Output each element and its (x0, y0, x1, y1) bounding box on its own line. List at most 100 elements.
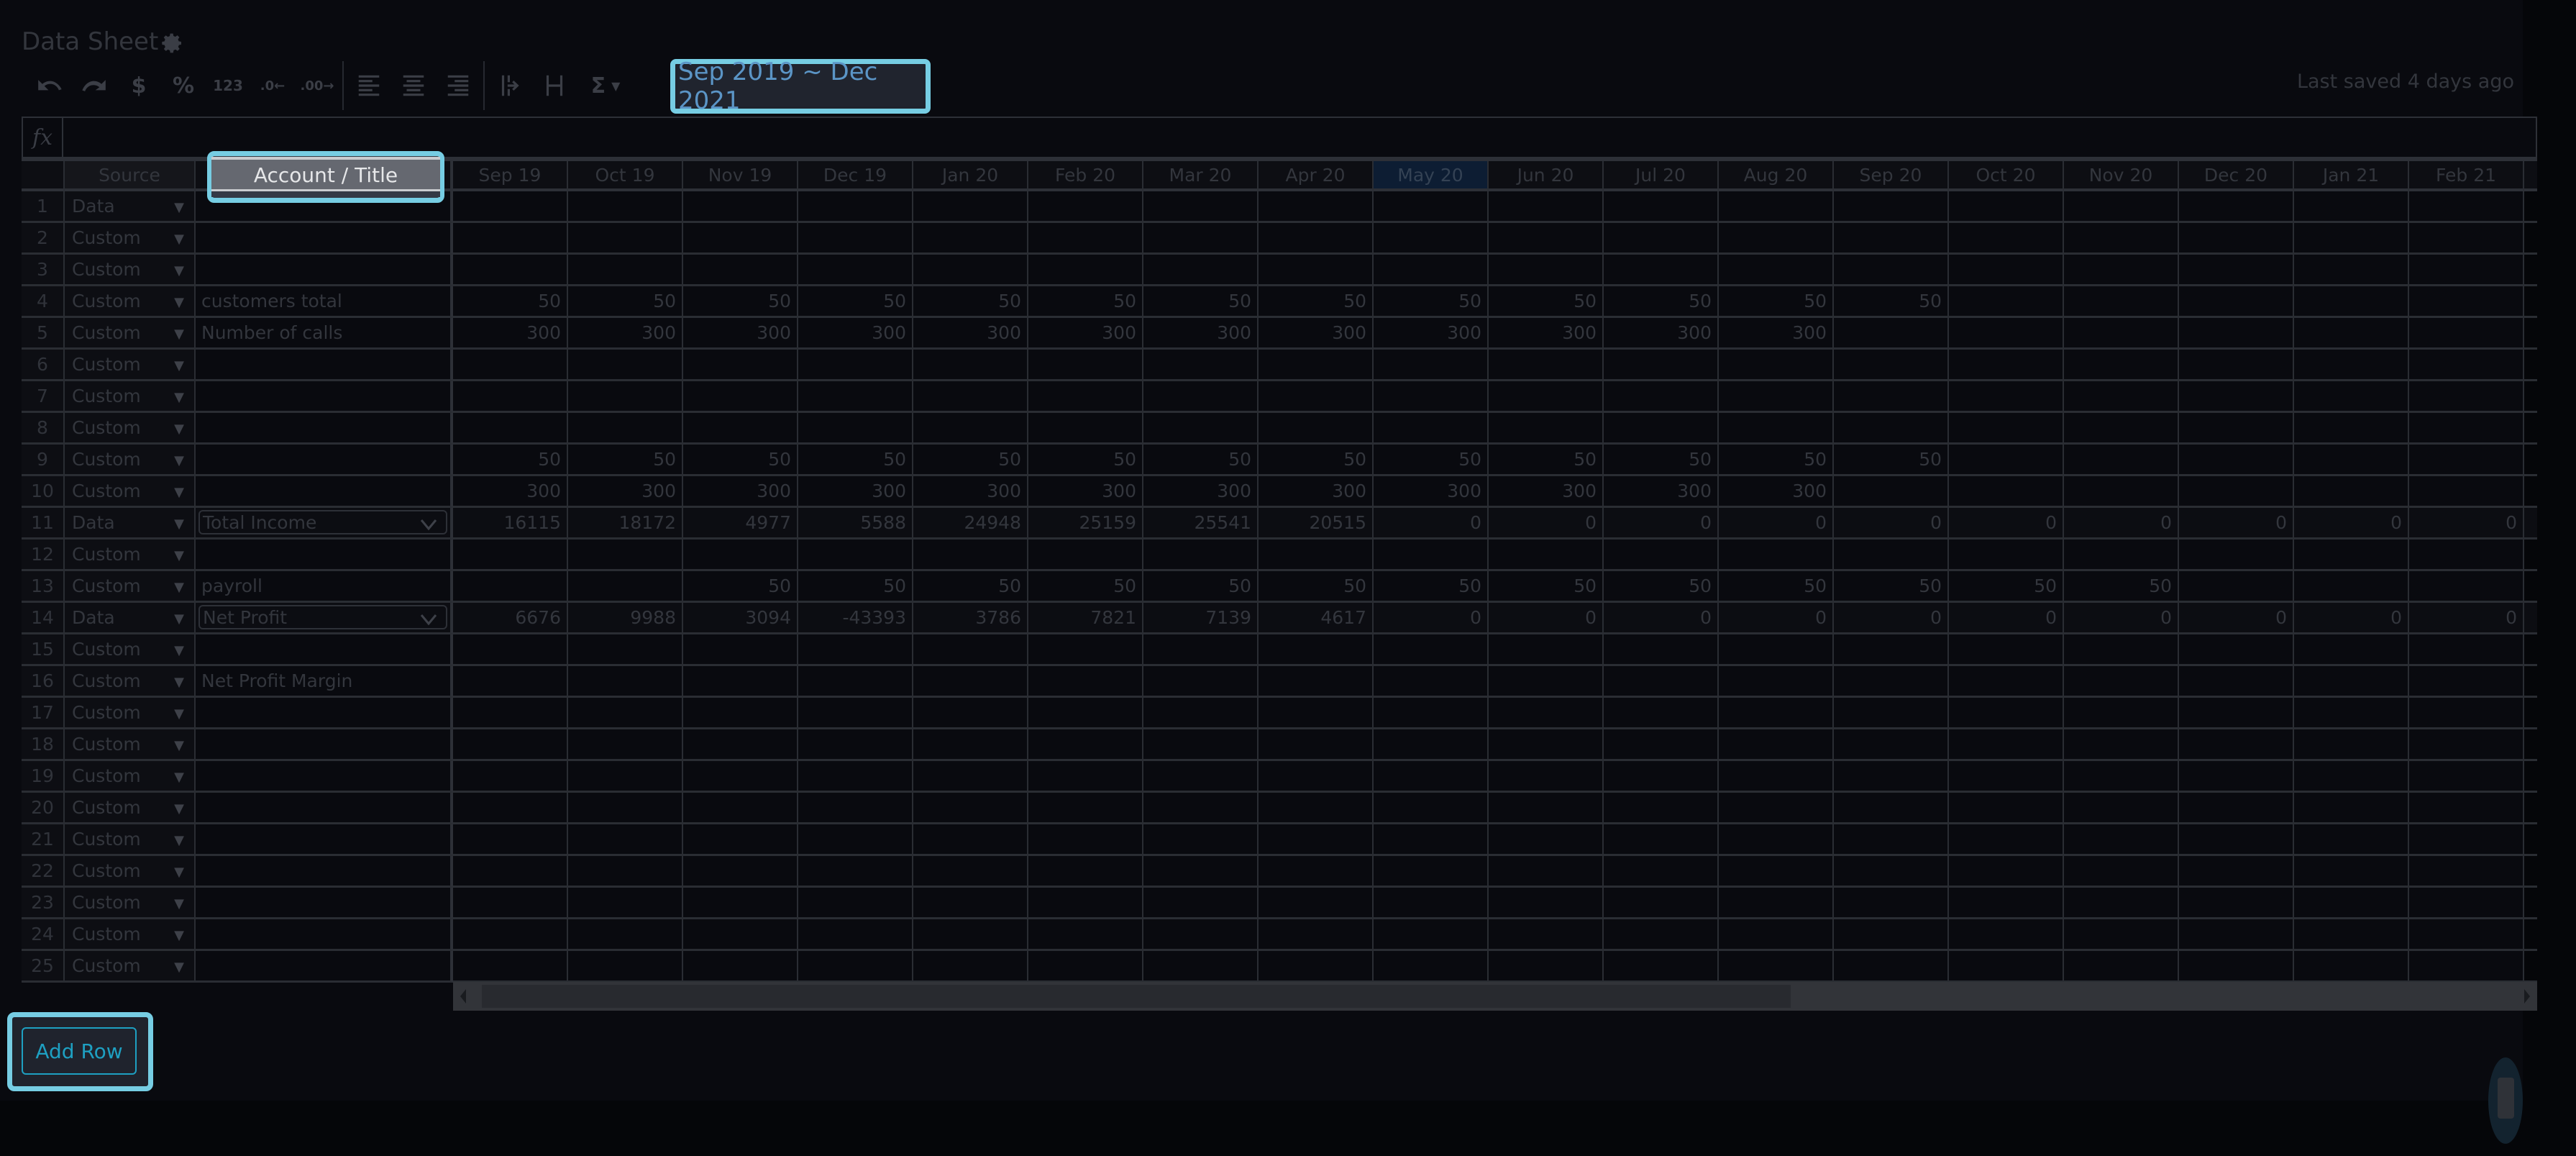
value-cell[interactable] (1143, 729, 1259, 761)
increase-decimal-button[interactable]: .00→ (295, 68, 339, 104)
caret-down-icon[interactable]: ▼ (174, 675, 184, 690)
account-title-cell[interactable] (196, 888, 453, 919)
align-center-button[interactable] (391, 68, 436, 104)
value-cell[interactable] (1489, 729, 1604, 761)
value-cell[interactable] (1143, 350, 1259, 381)
value-cell[interactable] (453, 761, 568, 793)
account-title-cell[interactable] (196, 919, 453, 951)
value-cell[interactable]: 300 (683, 476, 798, 508)
value-cell[interactable] (2179, 729, 2294, 761)
value-cell[interactable] (798, 255, 913, 286)
value-cell[interactable]: 300 (1489, 476, 1604, 508)
value-cell[interactable] (1259, 540, 1374, 571)
value-cell[interactable] (453, 951, 568, 983)
value-cell[interactable]: 20515 (1259, 508, 1374, 540)
value-cell[interactable] (453, 413, 568, 445)
value-cell[interactable] (2294, 445, 2409, 476)
value-cell[interactable] (1949, 919, 2064, 951)
value-cell[interactable] (2294, 286, 2409, 318)
account-title-cell[interactable] (196, 445, 453, 476)
value-cell[interactable]: 0 (1834, 508, 1949, 540)
value-cell[interactable]: 300 (1719, 318, 1834, 350)
value-cell[interactable] (798, 191, 913, 223)
value-cell[interactable] (1028, 729, 1143, 761)
value-cell[interactable] (1028, 191, 1143, 223)
row-number[interactable]: 18 (22, 729, 65, 761)
account-title-cell[interactable] (196, 856, 453, 888)
value-cell[interactable] (913, 350, 1028, 381)
value-cell[interactable] (2294, 318, 2409, 350)
value-cell[interactable]: 50 (1143, 571, 1259, 603)
value-cell[interactable]: 50 (1259, 445, 1374, 476)
value-cell[interactable] (1834, 729, 1949, 761)
number-format-button[interactable]: 123 (206, 68, 250, 104)
row-number[interactable]: 4 (22, 286, 65, 318)
account-title-cell[interactable]: Net Profit Margin (196, 666, 453, 698)
value-cell[interactable] (2064, 350, 2179, 381)
chevron-down-icon[interactable] (420, 517, 437, 532)
account-title-cell[interactable] (196, 350, 453, 381)
value-cell[interactable]: 0 (1719, 603, 1834, 634)
value-cell[interactable] (2524, 508, 2537, 540)
value-cell[interactable] (1374, 856, 1489, 888)
account-title-cell[interactable] (196, 634, 453, 666)
value-cell[interactable] (798, 824, 913, 856)
value-cell[interactable] (1489, 698, 1604, 729)
value-cell[interactable] (1489, 350, 1604, 381)
row-number[interactable]: 22 (22, 856, 65, 888)
value-cell[interactable]: 50 (913, 445, 1028, 476)
value-cell[interactable] (453, 255, 568, 286)
value-cell[interactable] (2064, 666, 2179, 698)
value-cell[interactable]: 300 (1143, 476, 1259, 508)
value-cell[interactable]: 300 (1028, 318, 1143, 350)
value-cell[interactable] (1719, 634, 1834, 666)
value-cell[interactable]: 50 (1143, 286, 1259, 318)
value-cell[interactable] (2294, 888, 2409, 919)
value-cell[interactable] (913, 698, 1028, 729)
value-cell[interactable] (2064, 445, 2179, 476)
value-cell[interactable]: 300 (913, 318, 1028, 350)
value-cell[interactable] (683, 381, 798, 413)
value-cell[interactable]: 50 (1143, 445, 1259, 476)
value-cell[interactable] (1604, 793, 1719, 824)
value-cell[interactable] (1604, 666, 1719, 698)
scrollbar-thumb[interactable] (482, 985, 1791, 1008)
value-cell[interactable] (2409, 856, 2524, 888)
value-cell[interactable] (1949, 445, 2064, 476)
value-cell[interactable] (2179, 571, 2294, 603)
value-cell[interactable]: 50 (1489, 286, 1604, 318)
value-cell[interactable]: 50 (913, 571, 1028, 603)
value-cell[interactable] (798, 666, 913, 698)
value-cell[interactable]: 4977 (683, 508, 798, 540)
caret-down-icon[interactable]: ▼ (174, 611, 184, 627)
value-cell[interactable] (453, 666, 568, 698)
caret-down-icon[interactable]: ▼ (174, 738, 184, 753)
source-select[interactable]: Custom ▼ (65, 793, 196, 824)
value-cell[interactable]: 50 (568, 445, 683, 476)
align-right-button[interactable] (436, 68, 480, 104)
source-select[interactable]: Custom ▼ (65, 540, 196, 571)
value-cell[interactable] (1374, 698, 1489, 729)
value-cell[interactable] (2409, 350, 2524, 381)
month-column-header[interactable] (2524, 161, 2537, 191)
value-cell[interactable] (1028, 761, 1143, 793)
value-cell[interactable] (2064, 223, 2179, 255)
value-cell[interactable] (2524, 603, 2537, 634)
month-column-header[interactable]: Feb 21 (2409, 161, 2524, 191)
value-cell[interactable] (2179, 476, 2294, 508)
value-cell[interactable]: 0 (1949, 508, 2064, 540)
account-title-cell[interactable]: payroll (196, 571, 453, 603)
caret-down-icon[interactable]: ▼ (174, 865, 184, 880)
value-cell[interactable] (2409, 445, 2524, 476)
value-cell[interactable] (1604, 856, 1719, 888)
value-cell[interactable]: 50 (1489, 571, 1604, 603)
value-cell[interactable] (1489, 413, 1604, 445)
value-cell[interactable] (1374, 381, 1489, 413)
value-cell[interactable]: 50 (453, 286, 568, 318)
value-cell[interactable]: 50 (1604, 571, 1719, 603)
value-cell[interactable] (1834, 540, 1949, 571)
value-cell[interactable] (1259, 698, 1374, 729)
value-cell[interactable] (1604, 729, 1719, 761)
value-cell[interactable] (798, 698, 913, 729)
month-column-header[interactable]: Oct 20 (1949, 161, 2064, 191)
